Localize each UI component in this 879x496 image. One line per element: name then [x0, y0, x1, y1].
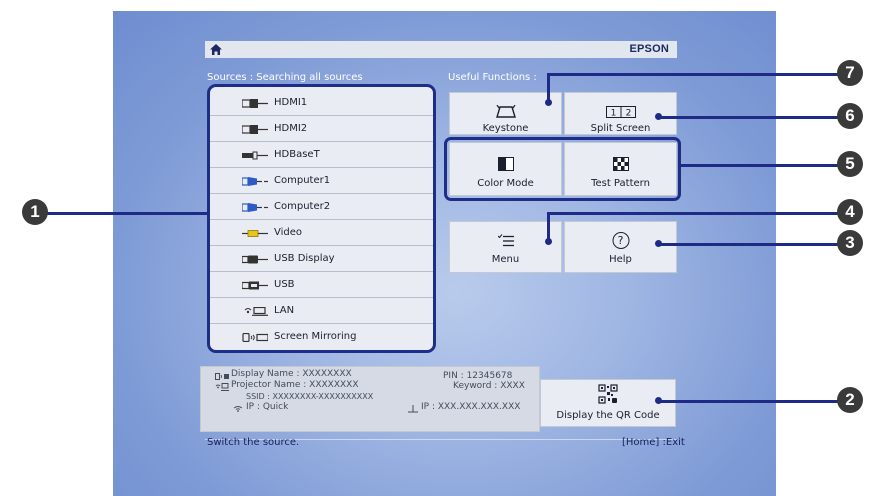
- hdbaset-icon: [242, 151, 268, 160]
- source-label: USB Display: [274, 253, 335, 264]
- source-item-computer2[interactable]: Computer2: [210, 194, 433, 220]
- wifi-icon: [233, 406, 243, 412]
- source-item-usb-display[interactable]: USB Display: [210, 246, 433, 272]
- callout-leader-7: [549, 73, 839, 76]
- selection-highlight: [444, 137, 681, 201]
- sources-heading: Sources : Searching all sources: [207, 72, 363, 83]
- menu-button[interactable]: Menu: [449, 221, 562, 273]
- rca-icon: [242, 230, 268, 237]
- callout-dot-2: [655, 397, 662, 404]
- screen-mirroring-icon: [242, 333, 268, 342]
- source-label: HDBaseT: [274, 149, 320, 160]
- source-item-computer1[interactable]: Computer1: [210, 168, 433, 194]
- wireless-ip: IP : Quick: [246, 402, 289, 412]
- usb-display-icon: [242, 255, 268, 264]
- callout-4: 4: [837, 199, 863, 225]
- source-label: HDMI2: [274, 123, 308, 134]
- source-item-hdbaset[interactable]: HDBaseT: [210, 142, 433, 168]
- qr-code-label: Display the QR Code: [556, 410, 660, 421]
- callout-leader-1: [40, 212, 207, 215]
- lan-icon: [244, 307, 268, 316]
- vga-icon: [242, 203, 268, 212]
- menu-label: Menu: [491, 254, 520, 265]
- footer-hint: Switch the source.: [207, 437, 300, 448]
- svg-text:2: 2: [625, 109, 631, 119]
- hdmi-icon: [242, 125, 268, 134]
- display-name: Display Name : XXXXXXXX: [231, 369, 352, 379]
- source-label: Screen Mirroring: [274, 331, 357, 342]
- footer-exit: [Home] :Exit: [622, 437, 685, 448]
- svg-text:1: 1: [610, 109, 616, 119]
- callout-leader-3: [658, 243, 840, 246]
- callout-dot-6: [655, 113, 662, 120]
- keystone-button[interactable]: Keystone: [449, 92, 562, 135]
- qr-code-icon: [598, 384, 618, 404]
- split-screen-label: Split Screen: [590, 123, 651, 134]
- callout-leader-5: [680, 164, 840, 167]
- callout-dot-3: [655, 240, 662, 247]
- split-screen-icon: 1 2: [605, 106, 636, 119]
- callout-2: 2: [837, 387, 863, 413]
- brand-logo: EPSON: [629, 43, 669, 55]
- source-label: LAN: [274, 305, 295, 316]
- home-icon[interactable]: [209, 43, 223, 56]
- keystone-icon: [495, 105, 516, 118]
- callout-leader-6: [658, 116, 840, 119]
- callout-dot-4: [545, 238, 552, 245]
- vga-icon: [242, 177, 268, 186]
- wired-ip: IP : XXX.XXX.XXX.XXX: [421, 402, 521, 412]
- source-item-hdmi2[interactable]: HDMI2: [210, 116, 433, 142]
- callout-7: 7: [837, 60, 863, 86]
- callout-1: 1: [22, 199, 48, 225]
- help-button[interactable]: ? Help: [564, 221, 677, 273]
- source-item-usb[interactable]: USB: [210, 272, 433, 298]
- help-label: Help: [609, 254, 632, 265]
- help-icon: ?: [612, 232, 629, 249]
- source-item-screen-mirroring[interactable]: Screen Mirroring: [210, 324, 433, 350]
- callout-5: 5: [837, 151, 863, 177]
- source-item-video[interactable]: Video: [210, 220, 433, 246]
- network-info-panel: Display Name : XXXXXXXX Projector Name :…: [200, 366, 540, 432]
- source-label: USB: [274, 279, 295, 290]
- menu-icon: [497, 234, 514, 247]
- top-bar: EPSON: [205, 41, 677, 58]
- source-item-lan[interactable]: LAN: [210, 298, 433, 324]
- ssid: SSID : XXXXXXXX-XXXXXXXXXX: [246, 392, 374, 401]
- projector-name: Projector Name : XXXXXXXX: [231, 380, 359, 390]
- wired-lan-icon: [408, 405, 418, 413]
- source-item-hdmi1[interactable]: HDMI1: [210, 90, 433, 116]
- source-label: Computer1: [274, 175, 331, 186]
- keyword: Keyword : XXXX: [453, 381, 525, 391]
- callout-dot-7: [545, 99, 552, 106]
- keystone-label: Keystone: [482, 123, 529, 134]
- source-label: Video: [274, 227, 303, 238]
- pin: PIN : 12345678: [443, 371, 513, 381]
- callout-3: 3: [837, 230, 863, 256]
- usb-icon: [242, 281, 268, 290]
- functions-heading: Useful Functions :: [448, 72, 537, 83]
- source-label: Computer2: [274, 201, 331, 212]
- callout-leader-2: [658, 400, 840, 403]
- screen-mirroring-icon: [215, 373, 229, 380]
- lan-icon: [215, 383, 229, 391]
- source-list: HDMI1 HDMI2 HDBaseT Computer1 Computer2 …: [207, 84, 436, 353]
- source-label: HDMI1: [274, 97, 308, 108]
- hdmi-icon: [242, 99, 268, 108]
- callout-6: 6: [837, 103, 863, 129]
- callout-leader-4: [549, 212, 839, 215]
